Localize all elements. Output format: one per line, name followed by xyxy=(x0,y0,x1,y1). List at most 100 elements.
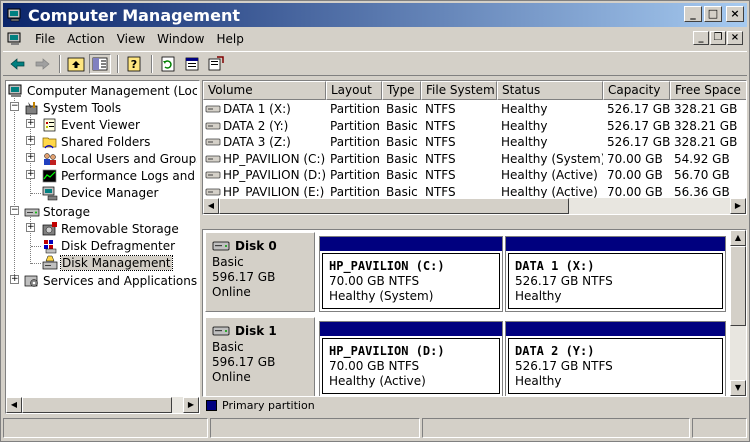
tree-item-storage[interactable]: Storage xyxy=(24,203,90,220)
mdi-system-menu-icon[interactable] xyxy=(7,31,23,47)
window-controls: _ □ × xyxy=(684,6,744,22)
maximize-button[interactable]: □ xyxy=(704,6,722,22)
cell-text: 526.17 GB xyxy=(607,102,670,116)
cell-free-space: 54.92 GB xyxy=(670,151,746,167)
partition-block[interactable]: DATA 1 (X:) 526.17 GB NTFS Healthy xyxy=(505,236,726,312)
column-header-capacity[interactable]: Capacity xyxy=(603,81,670,100)
scroll-down-button[interactable]: ▼ xyxy=(730,380,746,396)
column-header-free-space[interactable]: Free Space xyxy=(670,81,746,100)
collapse-system-tools-button[interactable]: − xyxy=(10,102,19,111)
partition-block[interactable]: HP_PAVILION (D:) 70.00 GB NTFS Healthy (Ac… xyxy=(319,321,503,396)
cell-text: Healthy xyxy=(501,135,548,149)
scroll-right-button[interactable]: ▶ xyxy=(183,397,199,413)
cell-text: 56.70 GB xyxy=(674,168,730,182)
mdi-restore-button[interactable]: ❐ xyxy=(710,31,726,45)
partition-block[interactable]: DATA 2 (Y:) 526.17 GB NTFS Healthy xyxy=(505,321,726,396)
tree-item-computer-management[interactable]: Computer Management (Local) xyxy=(8,82,197,99)
disk-view-vertical-scrollbar[interactable]: ▲ ▼ xyxy=(730,230,746,396)
cell-file-system: NTFS xyxy=(421,167,497,183)
properties-button[interactable] xyxy=(181,54,203,74)
volume-row[interactable]: DATA 2 (Y:) Partition Basic NTFS Healthy 526.… xyxy=(203,118,746,134)
tree-item-removable-storage[interactable]: Removable Storage xyxy=(42,220,179,237)
cell-text: 328.21 GB xyxy=(674,135,738,149)
column-header-layout[interactable]: Layout xyxy=(326,81,382,100)
up-one-level-button[interactable] xyxy=(65,54,87,74)
expand-services-button[interactable]: + xyxy=(10,275,19,284)
scroll-thumb[interactable] xyxy=(219,198,569,214)
volume-row[interactable]: DATA 1 (X:) Partition Basic NTFS Healthy 526.… xyxy=(203,101,746,117)
minimize-button[interactable]: _ xyxy=(684,6,702,22)
cell-free-space: 56.70 GB xyxy=(670,167,746,183)
column-header-file-system[interactable]: File System xyxy=(421,81,497,100)
cell-type: Basic xyxy=(382,167,421,183)
tree-label: Storage xyxy=(43,204,90,219)
tree-item-shared-folders[interactable]: Shared Folders xyxy=(42,133,150,150)
menu-help[interactable]: Help xyxy=(211,32,250,46)
toolbar-separator xyxy=(117,54,119,73)
column-header-volume[interactable]: Volume xyxy=(203,81,326,100)
disk-graphical-view[interactable]: Disk 0 Basic 596.17 GB Online HP_PAVILION (C… xyxy=(202,229,747,397)
disk-kind: Basic xyxy=(212,255,244,269)
tree-item-event-viewer[interactable]: Event Viewer xyxy=(42,116,140,133)
cell-text: Partition xyxy=(330,168,381,182)
forward-button[interactable] xyxy=(31,54,53,74)
scroll-left-button[interactable]: ◀ xyxy=(203,198,219,214)
expand-local-users-button[interactable]: + xyxy=(26,153,35,162)
volume-row[interactable]: HP_PAVILION (C:) Partition Basic NTFS Health… xyxy=(203,151,746,167)
cell-text: 526.17 GB xyxy=(607,118,670,133)
refresh-button[interactable] xyxy=(157,54,179,74)
cell-capacity: 526.17 GB xyxy=(603,118,670,134)
volume-row[interactable]: HP_PAVILION (D:) Partition Basic NTFS Health… xyxy=(203,167,746,183)
close-button[interactable]: × xyxy=(726,6,744,22)
pane-splitter[interactable] xyxy=(202,215,747,229)
cell-text: Basic xyxy=(386,168,418,182)
column-header-type[interactable]: Type xyxy=(382,81,421,100)
tree-item-services-and-applications[interactable]: Services and Applications xyxy=(24,272,197,289)
partition-status: Healthy (System) xyxy=(329,289,434,303)
title-bar[interactable]: Computer Management _ □ × xyxy=(3,3,747,27)
menu-action[interactable]: Action xyxy=(61,32,111,46)
collapse-storage-button[interactable]: − xyxy=(10,206,19,215)
back-button[interactable] xyxy=(7,54,29,74)
scroll-left-button[interactable]: ◀ xyxy=(6,397,22,413)
disk-label[interactable]: Disk 1 Basic 596.17 GB Online xyxy=(205,317,315,396)
tree-item-device-manager[interactable]: Device Manager xyxy=(42,184,158,201)
cell-layout: Partition xyxy=(326,151,382,167)
disk-label[interactable]: Disk 0 Basic 596.17 GB Online xyxy=(205,232,315,312)
cell-text: 70.00 GB xyxy=(607,168,663,182)
tree-item-disk-defragmenter[interactable]: Disk Defragmenter xyxy=(42,237,175,254)
mdi-close-button[interactable]: × xyxy=(727,31,743,45)
scroll-right-button[interactable]: ▶ xyxy=(730,198,746,214)
expand-event-viewer-button[interactable]: + xyxy=(26,119,35,128)
mdi-minimize-button[interactable]: _ xyxy=(693,31,709,45)
menu-view[interactable]: View xyxy=(111,32,151,46)
expand-removable-storage-button[interactable]: + xyxy=(26,223,35,232)
expand-performance-logs-button[interactable]: + xyxy=(26,170,35,179)
volume-row[interactable]: DATA 3 (Z:) Partition Basic NTFS Healthy 526.… xyxy=(203,134,746,150)
scroll-thumb[interactable] xyxy=(730,246,746,326)
partition-block[interactable]: HP_PAVILION (C:) 70.00 GB NTFS Healthy (Sy… xyxy=(319,236,503,312)
partition-details: DATA 1 (X:) 526.17 GB NTFS Healthy xyxy=(508,253,723,309)
tree-item-performance-logs[interactable]: Performance Logs and Alerts xyxy=(42,167,197,184)
volume-list-horizontal-scrollbar[interactable]: ◀ ▶ xyxy=(203,198,746,214)
tree-item-disk-management[interactable]: Disk Management xyxy=(42,254,173,271)
tree-item-system-tools[interactable]: System Tools xyxy=(24,99,121,116)
export-list-button[interactable] xyxy=(205,54,227,74)
tree-item-local-users-and-groups[interactable]: Local Users and Groups xyxy=(42,150,197,167)
disk-state: Online xyxy=(212,370,251,384)
help-button[interactable]: ? xyxy=(123,54,145,74)
volume-list[interactable]: Volume Layout Type File System Status Ca… xyxy=(202,80,747,215)
menu-file[interactable]: File xyxy=(29,32,61,46)
scroll-thumb[interactable] xyxy=(22,397,172,413)
menu-window[interactable]: Window xyxy=(151,32,210,46)
show-hide-tree-button[interactable] xyxy=(89,53,111,74)
partition-status: Healthy xyxy=(515,289,562,303)
tree-label: Shared Folders xyxy=(61,134,151,149)
column-header-status[interactable]: Status xyxy=(497,81,603,100)
partition-name: HP_PAVILION (D:) xyxy=(329,344,445,358)
disk-row: Disk 0 Basic 596.17 GB Online HP_PAVILION (C… xyxy=(205,232,728,312)
scroll-up-button[interactable]: ▲ xyxy=(730,230,746,246)
expand-shared-folders-button[interactable]: + xyxy=(26,136,35,145)
console-tree[interactable]: Computer Management (Local) − System Too… xyxy=(5,80,200,414)
tree-horizontal-scrollbar[interactable]: ◀ ▶ xyxy=(6,397,199,413)
